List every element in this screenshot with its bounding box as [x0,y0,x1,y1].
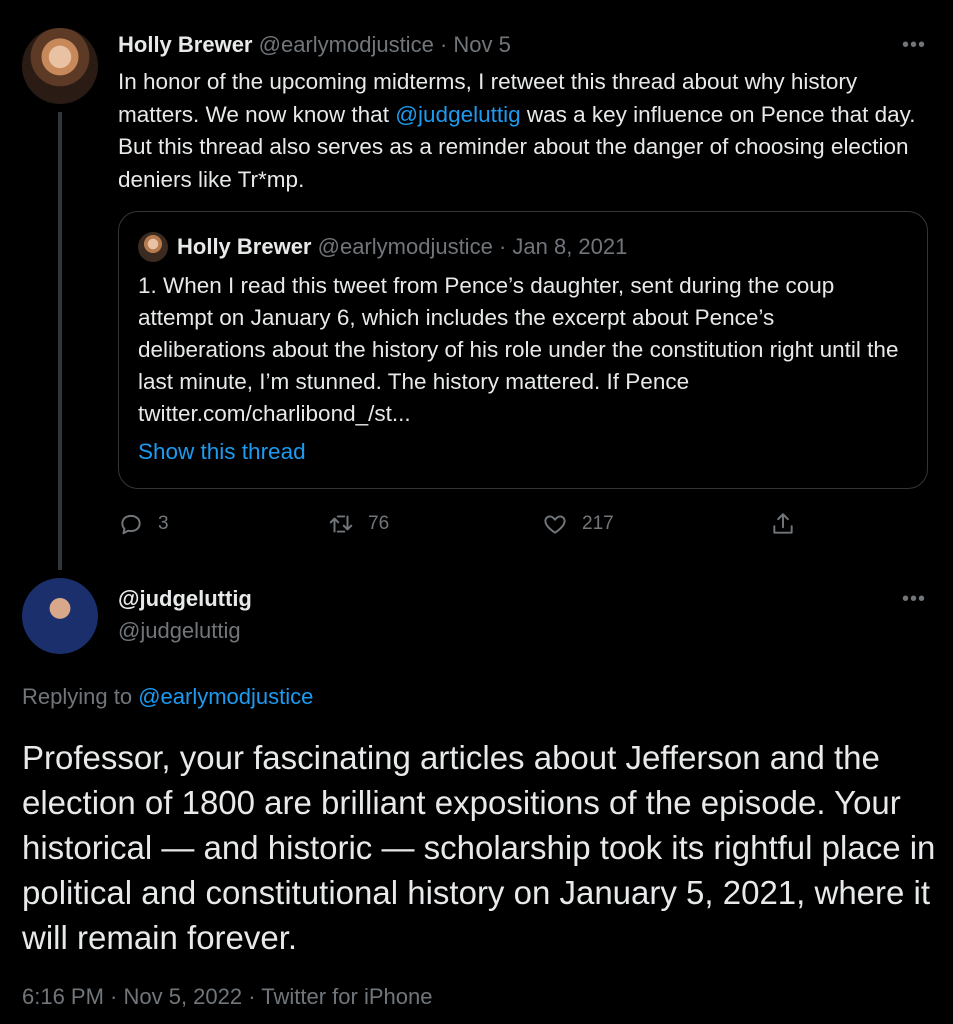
avatar-judgeluttig[interactable] [22,578,98,654]
tweet-timestamp[interactable]: 6:16 PM · Nov 5, 2022 · Twitter for iPho… [22,984,432,1010]
quoted-author-name: Holly Brewer [177,234,312,259]
quoted-header: Holly Brewer @earlymodjustice · Jan 8, 2… [177,234,627,260]
retweet-icon [329,515,353,533]
author-name[interactable]: Holly Brewer [118,32,253,57]
replying-prefix: Replying to [22,684,139,709]
thread-connector-line [58,112,62,570]
quoted-author-handle: @earlymodjustice [317,234,493,259]
like-button[interactable]: 217 [542,511,614,537]
quoted-text: 1. When I read this tweet from Pence’s d… [138,273,899,426]
retweet-button[interactable]: 76 [328,511,389,537]
like-icon [544,515,566,534]
mention-link[interactable]: @judgeluttig [395,102,520,127]
more-options-icon[interactable]: ••• [902,34,926,57]
retweet-count: 76 [368,513,390,534]
header-separator: · [498,234,507,259]
show-thread-link[interactable]: Show this thread [138,439,306,465]
tweet-header: Holly Brewer @earlymodjustice · Nov 5 [118,32,511,58]
quoted-avatar [138,232,168,262]
author-handle[interactable]: @judgeluttig [118,618,241,644]
tweet-date[interactable]: Nov 5 [453,32,510,57]
main-tweet-text: Professor, your fascinating articles abo… [22,739,936,956]
reply-button[interactable]: 3 [118,511,169,537]
tweet-text: In honor of the upcoming midterms, I ret… [118,66,930,196]
reply-icon [121,514,141,535]
header-separator: · [439,32,448,57]
reply-count: 3 [158,513,169,534]
share-button[interactable] [770,511,796,537]
quoted-date: Jan 8, 2021 [512,234,628,259]
replying-to: Replying to @earlymodjustice [22,684,313,710]
replying-to-link[interactable]: @earlymodjustice [138,684,313,709]
share-icon [773,513,793,534]
author-display-name[interactable]: @judgeluttig [118,586,252,612]
author-handle[interactable]: @earlymodjustice [259,32,434,57]
more-options-icon[interactable]: ••• [902,588,926,611]
avatar-holly-brewer[interactable] [22,28,98,104]
like-count: 217 [582,513,614,534]
